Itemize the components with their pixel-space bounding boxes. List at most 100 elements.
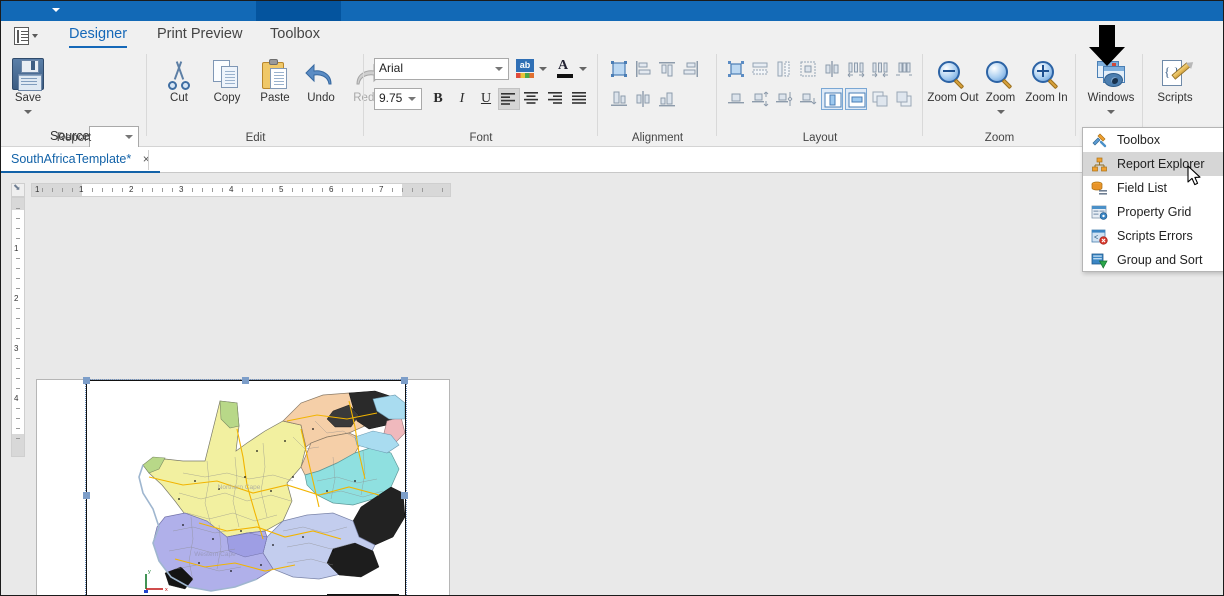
make-same-size-button[interactable] [797,58,819,80]
align-to-grid-button[interactable] [608,58,630,80]
report-page[interactable]: Northern Cape Western Cape y x [36,377,450,595]
make-same-width-button[interactable] [749,58,771,80]
menu-item-toolbox[interactable]: Toolbox [1083,128,1223,152]
title-bar-active-segment [256,1,341,21]
ruler-tick [322,188,323,192]
bold-button[interactable]: B [427,88,449,110]
increase-vertical-spacing-button[interactable] [749,88,771,110]
map-control[interactable]: Northern Cape Western Cape y x [83,377,408,595]
highlight-color-button[interactable]: ab [514,58,536,80]
ruler-tick [192,188,193,192]
resize-handle-n[interactable] [242,377,249,384]
align-vertical-centers-button[interactable] [632,88,654,110]
decrease-horizontal-spacing-button[interactable] [869,58,891,80]
resize-handle-e[interactable] [401,492,408,499]
make-same-height-button[interactable] [773,58,795,80]
dock-left-button[interactable] [821,88,843,110]
ruler-label: 1 [14,244,19,253]
horizontal-ruler: 1 1 2 3 4 5 6 7 [31,183,451,197]
paste-button[interactable]: Paste [251,56,299,108]
resize-handle-nw[interactable] [83,377,90,384]
save-dropdown-icon[interactable] [24,110,32,114]
cut-button[interactable]: Cut [155,56,203,108]
ruler-tick [16,278,20,279]
windows-dropdown-menu[interactable]: Toolbox Report Explorer Field List Prope… [1082,127,1223,272]
font-family-select[interactable]: Arial [374,58,509,80]
menu-item-group-and-sort[interactable]: Group and Sort [1083,248,1223,272]
send-backward-icon [872,91,888,107]
ruler-label: 5 [279,185,284,194]
size-to-grid-button[interactable] [656,88,678,110]
designer-surface[interactable]: 1 1 2 3 4 5 6 7 1 2 3 4 [1,173,1223,595]
ruler-tick [442,188,443,192]
center-vertically-button[interactable] [725,88,747,110]
zoom-dropdown-icon[interactable] [996,110,1005,114]
quick-access-toolbar-dropdown-icon[interactable] [49,5,63,17]
resize-handle-ne[interactable] [401,377,408,384]
tab-print-preview[interactable]: Print Preview [151,21,248,50]
italic-button[interactable]: I [451,88,473,110]
windows-dropdown-icon[interactable] [1107,110,1115,114]
undo-button[interactable]: Undo [297,56,345,108]
increase-horizontal-spacing-button[interactable] [845,58,867,80]
remove-horizontal-spacing-button[interactable] [893,58,915,80]
ruler-tick [262,188,263,192]
ruler-tick [392,188,393,192]
align-justify-button[interactable] [570,88,592,110]
font-color-dropdown-icon[interactable] [578,58,588,80]
document-icon [14,27,29,45]
document-tab-southafricatemplate[interactable]: SouthAfricaTemplate* × [1,147,160,173]
zoom-button[interactable]: Zoom [980,56,1021,118]
resize-handle-w[interactable] [83,492,90,499]
tab-toolbox[interactable]: Toolbox [264,21,326,50]
bring-to-front-button[interactable] [725,58,747,80]
document-tab-label: SouthAfricaTemplate* [11,152,132,166]
cut-button-label: Cut [170,92,188,104]
group-separator [1142,54,1143,136]
ruler-label: 1 [79,185,84,194]
scissors-icon [164,60,194,90]
save-button[interactable]: Save [7,56,49,118]
menu-item-property-grid[interactable]: Property Grid [1083,200,1223,224]
ribbon-group-font-label: Font [469,132,493,144]
dock-left-icon [824,92,842,108]
zoom-out-button[interactable]: Zoom Out [927,56,979,108]
zoom-in-icon [1031,61,1062,91]
make-same-height-icon [777,61,790,77]
copy-button[interactable]: Copy [203,56,251,108]
align-left-edges-button[interactable] [632,58,654,80]
scripts-button[interactable]: { } Scripts [1144,56,1206,108]
bring-to-front-icon [728,61,744,77]
zoom-in-button[interactable]: Zoom In [1022,56,1071,108]
ruler-tick [16,268,20,269]
chevron-down-icon [495,67,503,71]
tab-designer[interactable]: Designer [63,21,133,50]
decrease-vertical-spacing-button[interactable] [773,88,795,110]
center-horizontally-button[interactable] [821,58,843,80]
ruler-corner-button[interactable] [11,182,25,197]
align-bottom-edges-button[interactable] [608,88,630,110]
menu-item-scripts-errors[interactable]: < Scripts Errors [1083,224,1223,248]
application-menu-button[interactable] [13,25,47,47]
align-right-edges-button[interactable] [680,58,702,80]
font-size-select[interactable]: 9.75 [374,88,422,110]
align-center-button[interactable] [522,88,544,110]
ribbon-group-report: Save Source Report [1,50,147,148]
ruler-tick [16,428,20,429]
dock-top-button[interactable] [845,88,867,110]
bring-forward-button[interactable] [893,88,915,110]
document-tab-strip: SouthAfricaTemplate* × [1,147,1223,173]
send-backward-button[interactable] [869,88,891,110]
align-left-button[interactable] [498,88,520,110]
remove-horizontal-spacing-icon [896,62,912,76]
underline-button[interactable]: U [475,88,497,110]
remove-vertical-spacing-button[interactable] [797,88,819,110]
highlight-color-dropdown-icon[interactable] [538,58,548,80]
ruler-tick [16,238,20,239]
align-right-button[interactable] [546,88,568,110]
ruler-tick [16,408,20,409]
ruler-tick [16,318,20,319]
font-color-button[interactable]: A [554,58,576,80]
align-top-edges-button[interactable] [656,58,678,80]
scripts-icon: { } [1160,60,1191,90]
